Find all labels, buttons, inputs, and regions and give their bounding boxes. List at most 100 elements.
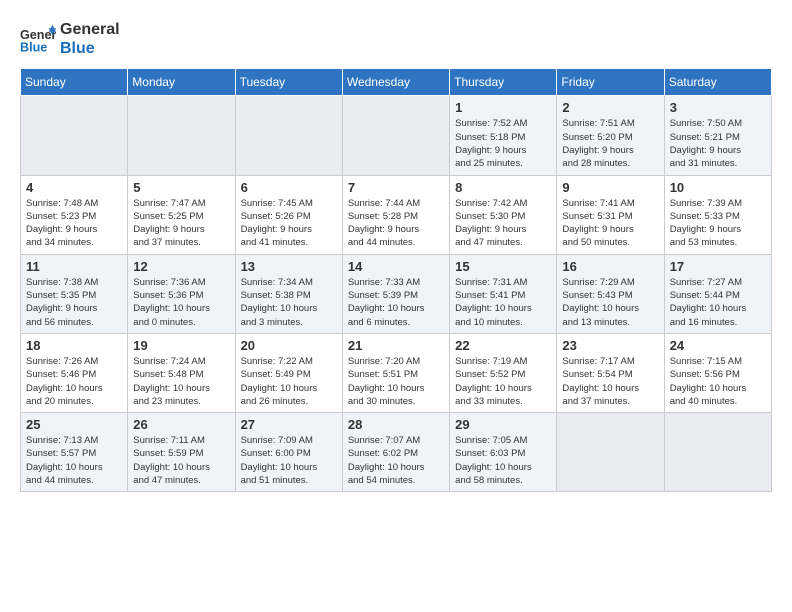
day-cell: 19 Sunrise: 7:24 AM Sunset: 5:48 PM Dayli… <box>128 333 235 412</box>
day-cell: 23 Sunrise: 7:17 AM Sunset: 5:54 PM Dayli… <box>557 333 664 412</box>
logo-blue: Blue <box>60 39 120 58</box>
day-number: 28 <box>348 417 444 432</box>
day-number: 1 <box>455 100 551 115</box>
day-number: 10 <box>670 180 766 195</box>
day-cell: 12 Sunrise: 7:36 AM Sunset: 5:36 PM Dayli… <box>128 254 235 333</box>
day-number: 11 <box>26 259 122 274</box>
day-info: Sunrise: 7:09 AM Sunset: 6:00 PM Dayligh… <box>241 434 337 487</box>
day-cell: 5Sunrise: 7:47 AM Sunset: 5:25 PM Daylig… <box>128 175 235 254</box>
day-cell: 11 Sunrise: 7:38 AM Sunset: 5:35 PM Dayli… <box>21 254 128 333</box>
day-number: 16 <box>562 259 658 274</box>
day-number: 6 <box>241 180 337 195</box>
col-header-tuesday: Tuesday <box>235 69 342 96</box>
day-cell: 18 Sunrise: 7:26 AM Sunset: 5:46 PM Dayli… <box>21 333 128 412</box>
day-cell: 22Sunrise: 7:19 AM Sunset: 5:52 PM Dayli… <box>450 333 557 412</box>
day-number: 20 <box>241 338 337 353</box>
day-number: 21 <box>348 338 444 353</box>
week-row-5: 25 Sunrise: 7:13 AM Sunset: 5:57 PM Dayli… <box>21 413 772 492</box>
week-row-4: 18 Sunrise: 7:26 AM Sunset: 5:46 PM Dayli… <box>21 333 772 412</box>
day-info: Sunrise: 7:13 AM Sunset: 5:57 PM Dayligh… <box>26 434 122 487</box>
day-info: Sunrise: 7:52 AM Sunset: 5:18 PM Dayligh… <box>455 117 551 170</box>
day-number: 23 <box>562 338 658 353</box>
day-cell <box>21 96 128 175</box>
day-cell: 6 Sunrise: 7:45 AM Sunset: 5:26 PM Daylig… <box>235 175 342 254</box>
day-cell: 4 Sunrise: 7:48 AM Sunset: 5:23 PM Daylig… <box>21 175 128 254</box>
day-info: Sunrise: 7:26 AM Sunset: 5:46 PM Dayligh… <box>26 355 122 408</box>
day-info: Sunrise: 7:20 AM Sunset: 5:51 PM Dayligh… <box>348 355 444 408</box>
day-cell: 9 Sunrise: 7:41 AM Sunset: 5:31 PM Daylig… <box>557 175 664 254</box>
day-cell <box>557 413 664 492</box>
day-cell: 15Sunrise: 7:31 AM Sunset: 5:41 PM Dayli… <box>450 254 557 333</box>
day-cell: 21 Sunrise: 7:20 AM Sunset: 5:51 PM Dayli… <box>342 333 449 412</box>
svg-text:Blue: Blue <box>20 41 47 55</box>
col-header-wednesday: Wednesday <box>342 69 449 96</box>
calendar-header-row: SundayMondayTuesdayWednesdayThursdayFrid… <box>21 69 772 96</box>
day-number: 7 <box>348 180 444 195</box>
day-cell: 28 Sunrise: 7:07 AM Sunset: 6:02 PM Dayli… <box>342 413 449 492</box>
week-row-1: 1 Sunrise: 7:52 AM Sunset: 5:18 PM Daylig… <box>21 96 772 175</box>
day-cell: 13 Sunrise: 7:34 AM Sunset: 5:38 PM Dayli… <box>235 254 342 333</box>
day-cell <box>235 96 342 175</box>
day-info: Sunrise: 7:29 AM Sunset: 5:43 PM Dayligh… <box>562 276 658 329</box>
day-cell: 29Sunrise: 7:05 AM Sunset: 6:03 PM Dayli… <box>450 413 557 492</box>
day-number: 12 <box>133 259 229 274</box>
day-cell: 16 Sunrise: 7:29 AM Sunset: 5:43 PM Dayli… <box>557 254 664 333</box>
day-info: Sunrise: 7:44 AM Sunset: 5:28 PM Dayligh… <box>348 197 444 250</box>
day-info: Sunrise: 7:31 AM Sunset: 5:41 PM Dayligh… <box>455 276 551 329</box>
day-info: Sunrise: 7:17 AM Sunset: 5:54 PM Dayligh… <box>562 355 658 408</box>
day-cell: 17 Sunrise: 7:27 AM Sunset: 5:44 PM Dayli… <box>664 254 771 333</box>
day-cell: 1 Sunrise: 7:52 AM Sunset: 5:18 PM Daylig… <box>450 96 557 175</box>
col-header-thursday: Thursday <box>450 69 557 96</box>
logo-general: General <box>60 20 120 39</box>
day-number: 3 <box>670 100 766 115</box>
day-info: Sunrise: 7:38 AM Sunset: 5:35 PM Dayligh… <box>26 276 122 329</box>
col-header-friday: Friday <box>557 69 664 96</box>
day-info: Sunrise: 7:42 AM Sunset: 5:30 PM Dayligh… <box>455 197 551 250</box>
day-info: Sunrise: 7:34 AM Sunset: 5:38 PM Dayligh… <box>241 276 337 329</box>
day-info: Sunrise: 7:47 AM Sunset: 5:25 PM Dayligh… <box>133 197 229 250</box>
page-header: General Blue General Blue <box>20 20 772 58</box>
day-info: Sunrise: 7:48 AM Sunset: 5:23 PM Dayligh… <box>26 197 122 250</box>
col-header-saturday: Saturday <box>664 69 771 96</box>
day-number: 14 <box>348 259 444 274</box>
col-header-sunday: Sunday <box>21 69 128 96</box>
day-cell: 10 Sunrise: 7:39 AM Sunset: 5:33 PM Dayli… <box>664 175 771 254</box>
day-number: 25 <box>26 417 122 432</box>
day-info: Sunrise: 7:11 AM Sunset: 5:59 PM Dayligh… <box>133 434 229 487</box>
day-number: 27 <box>241 417 337 432</box>
day-number: 24 <box>670 338 766 353</box>
day-info: Sunrise: 7:27 AM Sunset: 5:44 PM Dayligh… <box>670 276 766 329</box>
day-info: Sunrise: 7:24 AM Sunset: 5:48 PM Dayligh… <box>133 355 229 408</box>
day-cell <box>128 96 235 175</box>
day-cell: 20 Sunrise: 7:22 AM Sunset: 5:49 PM Dayli… <box>235 333 342 412</box>
day-info: Sunrise: 7:50 AM Sunset: 5:21 PM Dayligh… <box>670 117 766 170</box>
day-number: 17 <box>670 259 766 274</box>
logo-icon: General Blue <box>20 21 56 57</box>
day-info: Sunrise: 7:05 AM Sunset: 6:03 PM Dayligh… <box>455 434 551 487</box>
col-header-monday: Monday <box>128 69 235 96</box>
day-number: 13 <box>241 259 337 274</box>
calendar-table: SundayMondayTuesdayWednesdayThursdayFrid… <box>20 68 772 492</box>
logo: General Blue General Blue <box>20 20 120 58</box>
day-number: 4 <box>26 180 122 195</box>
day-info: Sunrise: 7:36 AM Sunset: 5:36 PM Dayligh… <box>133 276 229 329</box>
day-info: Sunrise: 7:33 AM Sunset: 5:39 PM Dayligh… <box>348 276 444 329</box>
week-row-3: 11 Sunrise: 7:38 AM Sunset: 5:35 PM Dayli… <box>21 254 772 333</box>
day-number: 9 <box>562 180 658 195</box>
day-info: Sunrise: 7:45 AM Sunset: 5:26 PM Dayligh… <box>241 197 337 250</box>
day-number: 8 <box>455 180 551 195</box>
day-number: 18 <box>26 338 122 353</box>
day-info: Sunrise: 7:07 AM Sunset: 6:02 PM Dayligh… <box>348 434 444 487</box>
day-info: Sunrise: 7:41 AM Sunset: 5:31 PM Dayligh… <box>562 197 658 250</box>
day-cell: 27 Sunrise: 7:09 AM Sunset: 6:00 PM Dayli… <box>235 413 342 492</box>
day-cell: 14 Sunrise: 7:33 AM Sunset: 5:39 PM Dayli… <box>342 254 449 333</box>
day-info: Sunrise: 7:39 AM Sunset: 5:33 PM Dayligh… <box>670 197 766 250</box>
day-info: Sunrise: 7:22 AM Sunset: 5:49 PM Dayligh… <box>241 355 337 408</box>
day-cell: 7 Sunrise: 7:44 AM Sunset: 5:28 PM Daylig… <box>342 175 449 254</box>
day-cell: 8 Sunrise: 7:42 AM Sunset: 5:30 PM Daylig… <box>450 175 557 254</box>
day-info: Sunrise: 7:19 AM Sunset: 5:52 PM Dayligh… <box>455 355 551 408</box>
day-cell: 26Sunrise: 7:11 AM Sunset: 5:59 PM Dayli… <box>128 413 235 492</box>
day-cell: 2Sunrise: 7:51 AM Sunset: 5:20 PM Daylig… <box>557 96 664 175</box>
day-cell <box>342 96 449 175</box>
day-number: 19 <box>133 338 229 353</box>
